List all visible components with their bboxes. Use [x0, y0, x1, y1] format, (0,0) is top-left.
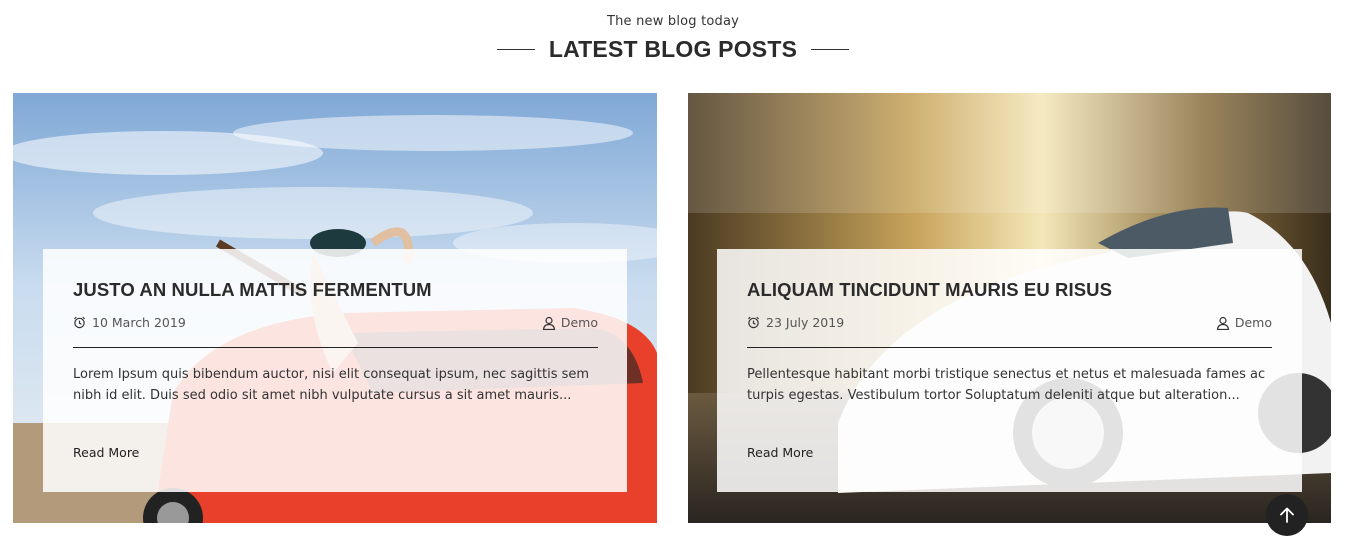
scroll-to-top-button[interactable] — [1266, 494, 1308, 536]
user-icon — [1216, 316, 1230, 330]
post-content-panel: JUSTO AN NULLA MATTIS FERMENTUM 10 March… — [43, 249, 627, 492]
post-author-name[interactable]: Demo — [1235, 315, 1272, 330]
meta-divider — [747, 347, 1272, 348]
title-right-rule — [811, 48, 850, 50]
post-date-text: 10 March 2019 — [92, 315, 186, 330]
read-more-link[interactable]: Read More — [747, 445, 813, 460]
blog-card[interactable]: JUSTO AN NULLA MATTIS FERMENTUM 10 March… — [13, 93, 657, 523]
alarm-clock-icon — [748, 316, 759, 329]
section-subtitle: The new blog today — [606, 14, 740, 29]
post-title[interactable]: JUSTO AN NULLA MATTIS FERMENTUM — [73, 279, 603, 301]
section-title: LATEST BLOG POSTS — [548, 35, 798, 62]
post-date: 23 July 2019 — [747, 315, 844, 330]
post-author[interactable]: Demo — [1216, 315, 1272, 330]
post-meta: 23 July 2019 Demo — [747, 315, 1272, 333]
alarm-clock-icon — [74, 316, 85, 329]
title-left-rule — [496, 48, 535, 50]
meta-divider — [73, 347, 598, 348]
post-excerpt: Pellentesque habitant morbi tristique se… — [747, 367, 1266, 403]
arrow-up-icon — [1280, 507, 1294, 523]
read-more-link[interactable]: Read More — [73, 445, 139, 460]
post-meta: 10 March 2019 Demo — [73, 315, 598, 333]
post-title[interactable]: ALIQUAM TINCIDUNT MAURIS EU RISUS — [747, 279, 1277, 301]
post-author-name[interactable]: Demo — [561, 315, 598, 330]
section-title-row: LATEST BLOG POSTS — [0, 34, 1346, 64]
user-icon — [542, 316, 556, 330]
post-content-panel: ALIQUAM TINCIDUNT MAURIS EU RISUS 23 Jul… — [717, 249, 1302, 492]
blog-card[interactable]: ALIQUAM TINCIDUNT MAURIS EU RISUS 23 Jul… — [688, 93, 1331, 523]
post-date: 10 March 2019 — [73, 315, 186, 330]
post-excerpt: Lorem Ipsum quis bibendum auctor, nisi e… — [73, 367, 590, 403]
post-date-text: 23 July 2019 — [766, 315, 845, 330]
post-author[interactable]: Demo — [542, 315, 598, 330]
